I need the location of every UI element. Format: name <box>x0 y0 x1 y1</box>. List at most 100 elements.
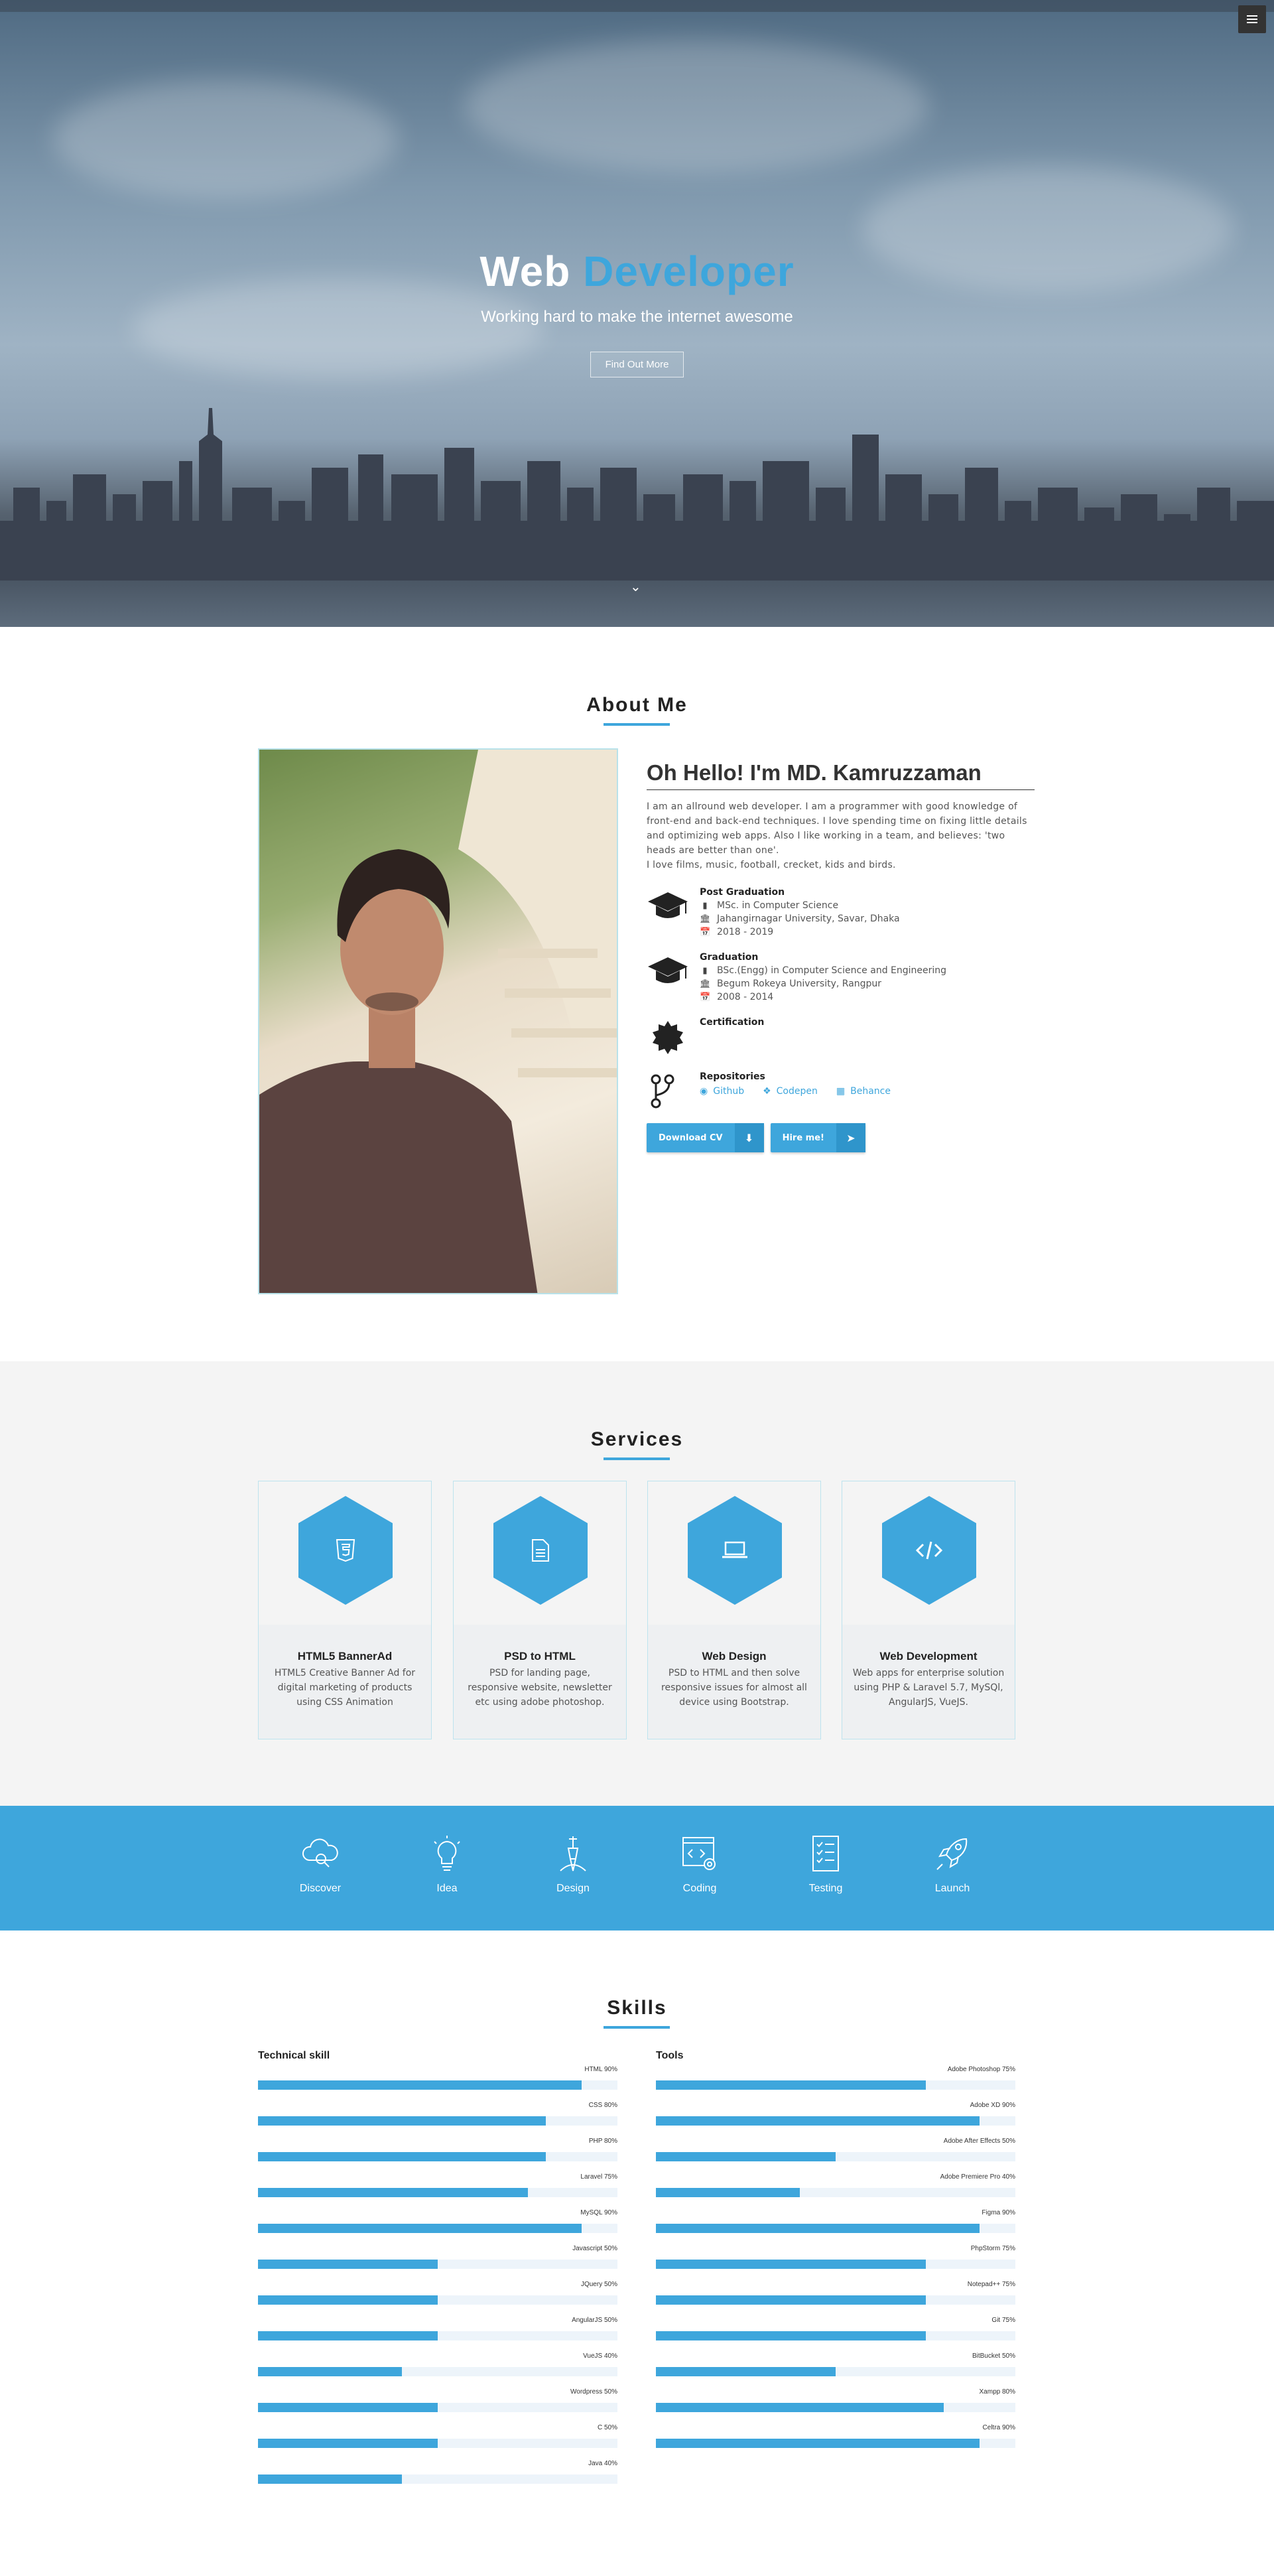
bio-hobbies: I love films, music, football, crecket, … <box>647 860 896 870</box>
graduation-cap-icon <box>648 957 688 983</box>
skill-fill <box>258 2080 582 2090</box>
behance-label: Behance <box>850 1086 891 1097</box>
skill-track <box>656 2080 1015 2090</box>
skill-bar: Adobe Premiere Pro 40% <box>656 2173 1015 2209</box>
codepen-link[interactable]: ❖ Codepen <box>763 1086 818 1097</box>
skill-label: Notepad++ 75% <box>967 2281 1015 2288</box>
skill-label: VueJS 40% <box>583 2352 617 2360</box>
behance-link[interactable]: ▦ Behance <box>836 1086 891 1097</box>
skill-bar: Xampp 80% <box>656 2388 1015 2424</box>
hero-title-part2: Developer <box>583 247 795 295</box>
code-fork-icon <box>651 1074 674 1109</box>
repository-links: ◉ Github ❖ Codepen ▦ Behance <box>700 1086 1035 1097</box>
skill-bar: VueJS 40% <box>258 2352 617 2388</box>
calendar-icon: 📅 <box>700 927 711 937</box>
skill-label: Adobe Premiere Pro 40% <box>940 2173 1015 2181</box>
hamburger-icon <box>1247 19 1257 20</box>
paper-plane-icon: ➤ <box>836 1123 865 1152</box>
process-label: Testing <box>808 1883 843 1894</box>
skill-fill <box>656 2116 980 2126</box>
book-icon: ▮ <box>702 965 708 976</box>
service-desc: PSD to HTML and then solve responsive is… <box>661 1668 807 1708</box>
skill-track <box>258 2224 617 2233</box>
skill-label: Celtra 90% <box>982 2424 1015 2431</box>
skill-track <box>258 2116 617 2126</box>
download-icon: ⬇ <box>734 1123 764 1152</box>
process-step-launch: Launch <box>919 1834 986 1895</box>
bio-text: I am an allround web developer. I am a p… <box>647 801 1027 856</box>
hero-content: Web Developer Working hard to make the i… <box>0 247 1274 377</box>
hire-me-label: Hire me! <box>782 1132 824 1143</box>
rocket-icon <box>936 1838 968 1870</box>
post-graduation-years: 📅 2018 - 2019 <box>700 927 1035 937</box>
skill-bar: PhpStorm 75% <box>656 2245 1015 2281</box>
find-out-more-button[interactable]: Find Out More <box>590 352 684 377</box>
menu-button[interactable] <box>1238 5 1266 33</box>
skill-label: AngularJS 50% <box>572 2317 617 2324</box>
university-icon: 🏛 <box>700 979 711 989</box>
process-step-discover: Discover <box>287 1834 353 1895</box>
skill-bar: Adobe Photoshop 75% <box>656 2066 1015 2102</box>
skill-label: PhpStorm 75% <box>970 2245 1015 2252</box>
certification-title: Certification <box>700 1017 765 1028</box>
book-icon: ▮ <box>702 900 708 911</box>
skill-label: Laravel 75% <box>580 2173 617 2181</box>
service-card[interactable]: Web Development Web apps for enterprise … <box>842 1481 1015 1739</box>
post-graduation-degree: ▮ MSc. in Computer Science <box>700 900 1035 911</box>
service-card[interactable]: HTML5 BannerAd HTML5 Creative Banner Ad … <box>258 1481 432 1739</box>
skill-track <box>258 2260 617 2269</box>
skill-track <box>258 2080 617 2090</box>
skill-label: Adobe XD 90% <box>970 2102 1015 2109</box>
skill-fill <box>656 2080 926 2090</box>
github-link[interactable]: ◉ Github <box>700 1086 744 1097</box>
post-graduation-institute: 🏛 Jahangirnagar University, Savar, Dhaka <box>700 914 1035 924</box>
service-title: Web Development <box>879 1650 978 1662</box>
skill-bar: MySQL 90% <box>258 2209 617 2245</box>
service-card[interactable]: Web Design PSD to HTML and then solve re… <box>647 1481 821 1739</box>
cloud <box>464 40 928 172</box>
hire-me-button[interactable]: Hire me! ➤ <box>770 1123 865 1152</box>
hero-section: Web Developer Working hard to make the i… <box>0 0 1274 627</box>
skill-label: Adobe Photoshop 75% <box>947 2066 1015 2073</box>
service-desc: PSD for landing page, responsive website… <box>468 1668 612 1708</box>
github-label: Github <box>713 1086 745 1097</box>
skill-fill <box>258 2295 438 2305</box>
chevron-down-icon[interactable]: ⌄ <box>630 578 641 594</box>
skill-bar: BitBucket 50% <box>656 2352 1015 2388</box>
laptop-icon <box>688 1496 782 1605</box>
codepen-icon: ❖ <box>763 1086 771 1097</box>
download-cv-label: Download CV <box>659 1132 723 1143</box>
download-cv-button[interactable]: Download CV ⬇ <box>647 1123 764 1152</box>
process-bar: Discover Idea Design Coding Testing Laun… <box>0 1806 1274 1931</box>
skill-track <box>656 2331 1015 2340</box>
skill-track <box>656 2439 1015 2448</box>
technical-skills-title: Technical skill <box>258 2050 330 2061</box>
certification-block: Certification <box>647 1017 1035 1057</box>
process-step-design: Design <box>540 1834 606 1895</box>
skill-fill <box>258 2439 438 2448</box>
skill-track <box>258 2403 617 2412</box>
code-icon <box>882 1496 976 1605</box>
hero-title-part1: Web <box>479 247 571 295</box>
skill-track <box>258 2295 617 2305</box>
skills-title: Skills <box>607 1997 667 2019</box>
skill-label: Javascript 50% <box>572 2245 617 2252</box>
tools-title: Tools <box>656 2050 684 2061</box>
pen-tool-icon <box>560 1836 586 1871</box>
graduation-degree: ▮ BSc.(Engg) in Computer Science and Engi… <box>700 965 1035 976</box>
service-card[interactable]: PSD to HTML PSD for landing page, respon… <box>453 1481 627 1739</box>
skill-track <box>258 2152 617 2161</box>
skill-bar: Celtra 90% <box>656 2424 1015 2460</box>
process-label: Design <box>556 1883 590 1894</box>
skill-bar: HTML 90% <box>258 2066 617 2102</box>
skill-track <box>258 2188 617 2197</box>
skill-label: C 50% <box>597 2424 617 2431</box>
city-skyline <box>0 408 1274 587</box>
institute-text: Jahangirnagar University, Savar, Dhaka <box>717 914 900 924</box>
profile-photo <box>258 748 618 1294</box>
about-bio: I am an allround web developer. I am a p… <box>647 799 1035 872</box>
graduation-block: Graduation ▮ BSc.(Engg) in Computer Scien… <box>647 952 1035 1002</box>
skill-fill <box>258 2224 582 2233</box>
skill-label: MySQL 90% <box>580 2209 617 2216</box>
skill-fill <box>656 2367 836 2376</box>
